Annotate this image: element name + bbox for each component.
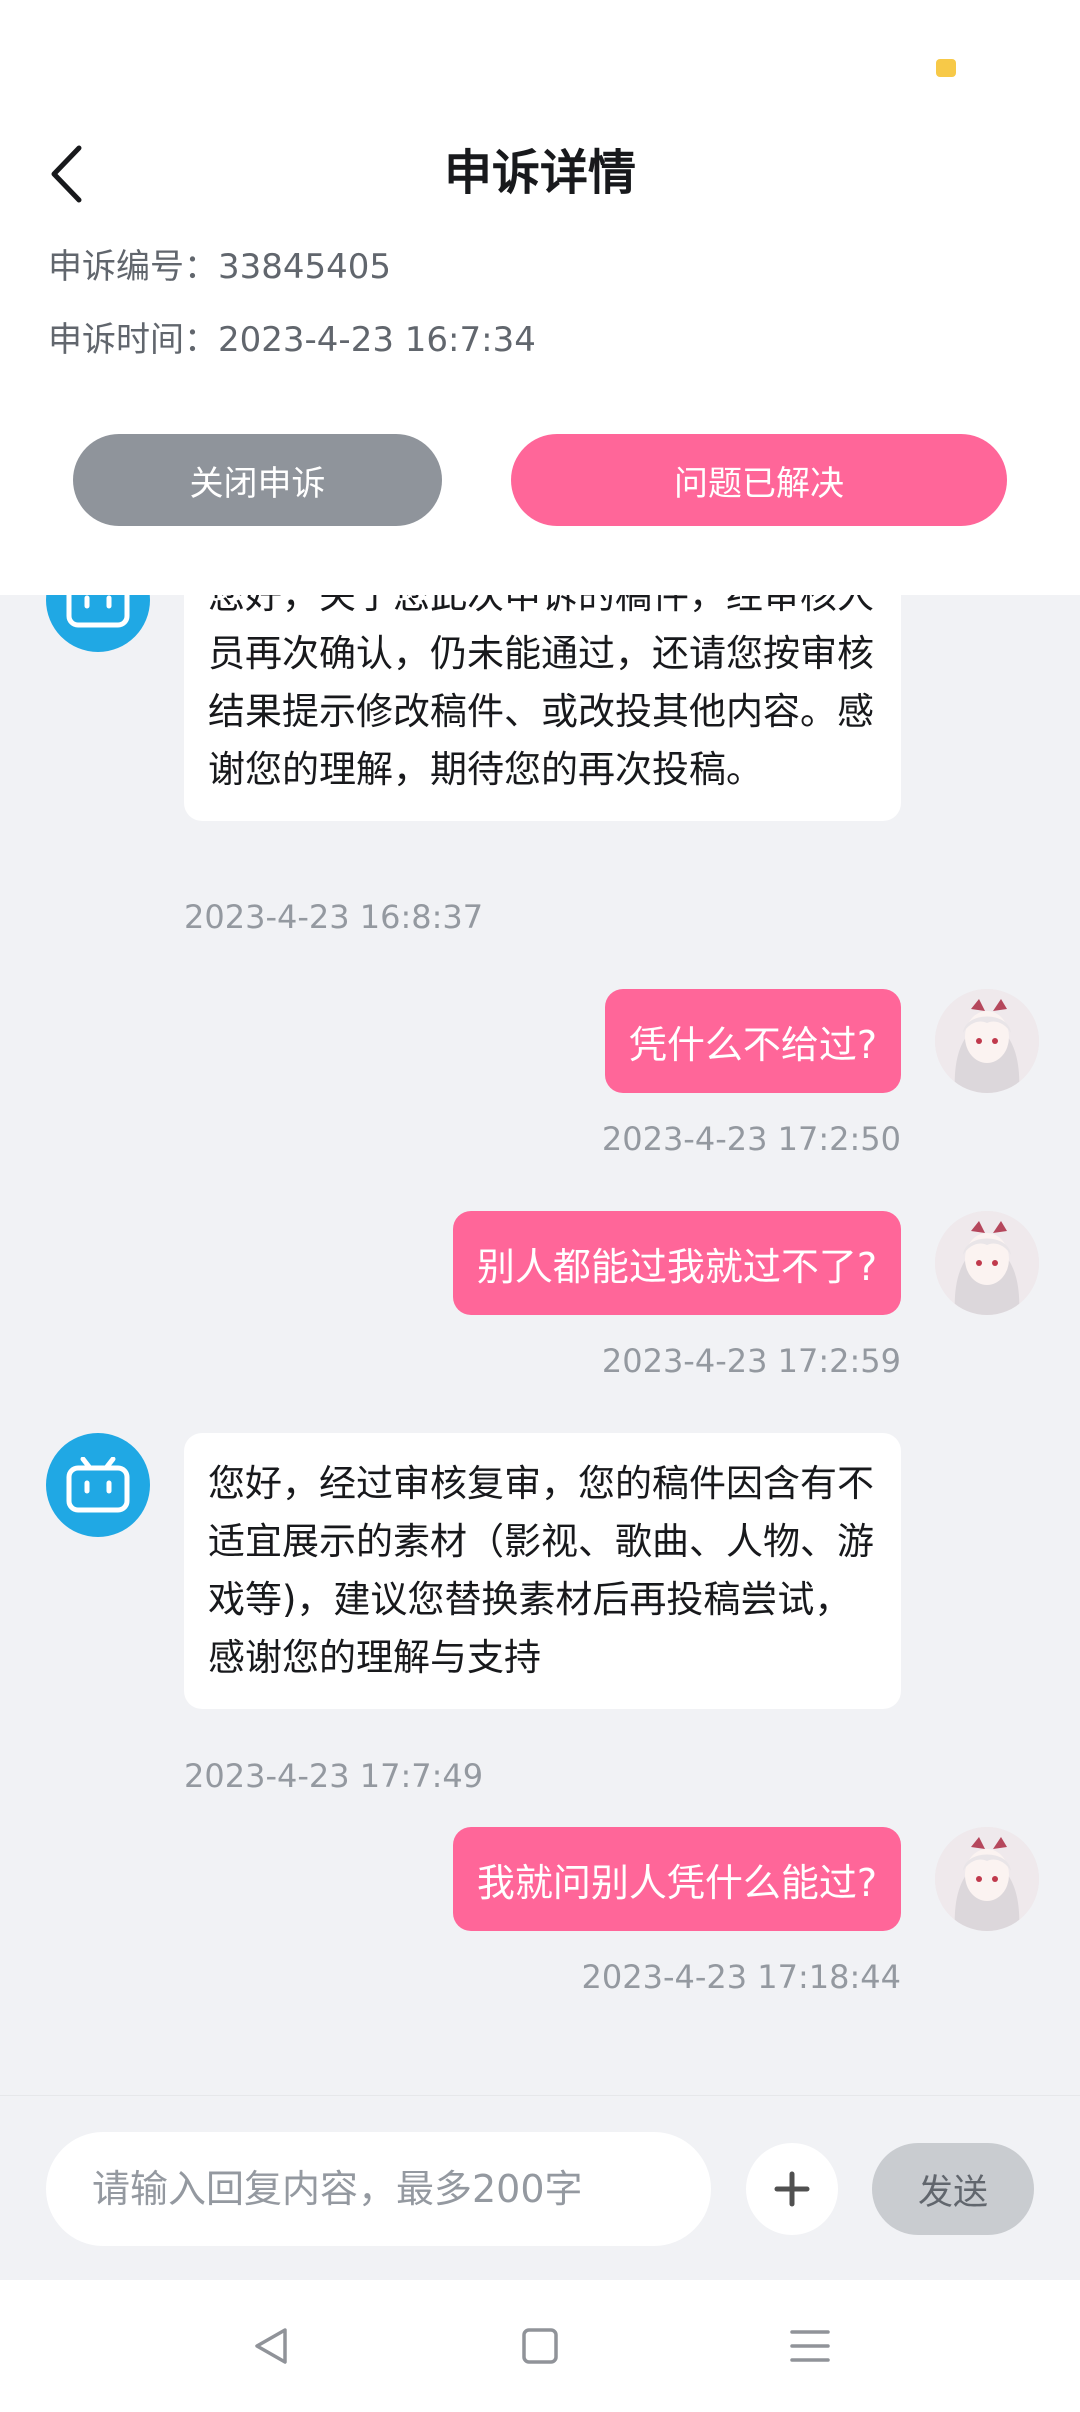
message-bubble-user: 别人都能过我就过不了?: [452, 1211, 901, 1315]
appeal-time: 2023-4-23 16:7:34: [218, 320, 536, 360]
system-navigation-bar: [0, 2280, 1080, 2412]
chat-thread[interactable]: 您好，关于您此次申诉的稿件，经审核人员再次确认，仍未能通过，还请您按审核结果提示…: [0, 545, 1080, 2095]
nav-menu-button[interactable]: [760, 2300, 860, 2392]
bot-avatar: [46, 1433, 150, 1537]
plus-icon: [774, 2171, 810, 2207]
message-bubble-bot: 您好，经过审核复审，您的稿件因含有不适宜展示的素材（影视、歌曲、人物、游戏等)，…: [184, 1433, 901, 1709]
page-title: 申诉详情: [443, 145, 636, 201]
message-time: 2023-4-23 16:8:37: [184, 898, 484, 936]
bilibili-tv-icon: [66, 1457, 130, 1513]
send-button[interactable]: 发送: [872, 2143, 1034, 2235]
notification-icon: [936, 59, 956, 77]
reply-input[interactable]: [46, 2132, 711, 2246]
appeal-number: 33845405: [218, 247, 392, 287]
message-time: 2023-4-23 17:18:44: [581, 1958, 902, 1996]
anime-avatar-image: [935, 989, 1039, 1093]
user-avatar[interactable]: [935, 1211, 1039, 1315]
triangle-back-icon: [255, 2328, 287, 2364]
problem-solved-button[interactable]: 问题已解决: [511, 434, 1007, 526]
screen: 您好，关于您此次申诉的稿件，经审核人员再次确认，仍未能通过，还请您按审核结果提示…: [0, 0, 1080, 2412]
appeal-header: 申诉详情 申诉编号：33845405 申诉时间：2023-4-23 16:7:3…: [0, 0, 1080, 595]
message-time: 2023-4-23 17:2:59: [601, 1342, 901, 1380]
message-time: 2023-4-23 17:2:50: [601, 1120, 901, 1158]
add-attachment-button[interactable]: [746, 2143, 838, 2235]
appeal-number-row: 申诉编号：33845405: [48, 244, 391, 290]
nav-back-button[interactable]: [221, 2300, 321, 2392]
user-avatar[interactable]: [935, 1827, 1039, 1931]
nav-home-button[interactable]: [490, 2300, 590, 2392]
anime-avatar-image: [935, 1211, 1039, 1315]
reply-bar: 发送: [0, 2095, 1080, 2280]
appeal-number-label: 申诉编号：: [48, 247, 218, 287]
message-time: 2023-4-23 17:7:49: [184, 1757, 484, 1795]
status-bar: [0, 0, 1080, 120]
anime-avatar-image: [935, 1827, 1039, 1931]
square-home-icon: [522, 2328, 558, 2364]
message-bubble-user: 我就问别人凭什么能过?: [452, 1827, 901, 1931]
appeal-time-label: 申诉时间：: [48, 320, 218, 360]
close-appeal-button[interactable]: 关闭申诉: [73, 434, 442, 526]
user-avatar[interactable]: [935, 989, 1039, 1093]
menu-lines-icon: [790, 2330, 830, 2362]
message-bubble-user: 凭什么不给过?: [604, 989, 901, 1093]
appeal-time-row: 申诉时间：2023-4-23 16:7:34: [48, 317, 536, 363]
